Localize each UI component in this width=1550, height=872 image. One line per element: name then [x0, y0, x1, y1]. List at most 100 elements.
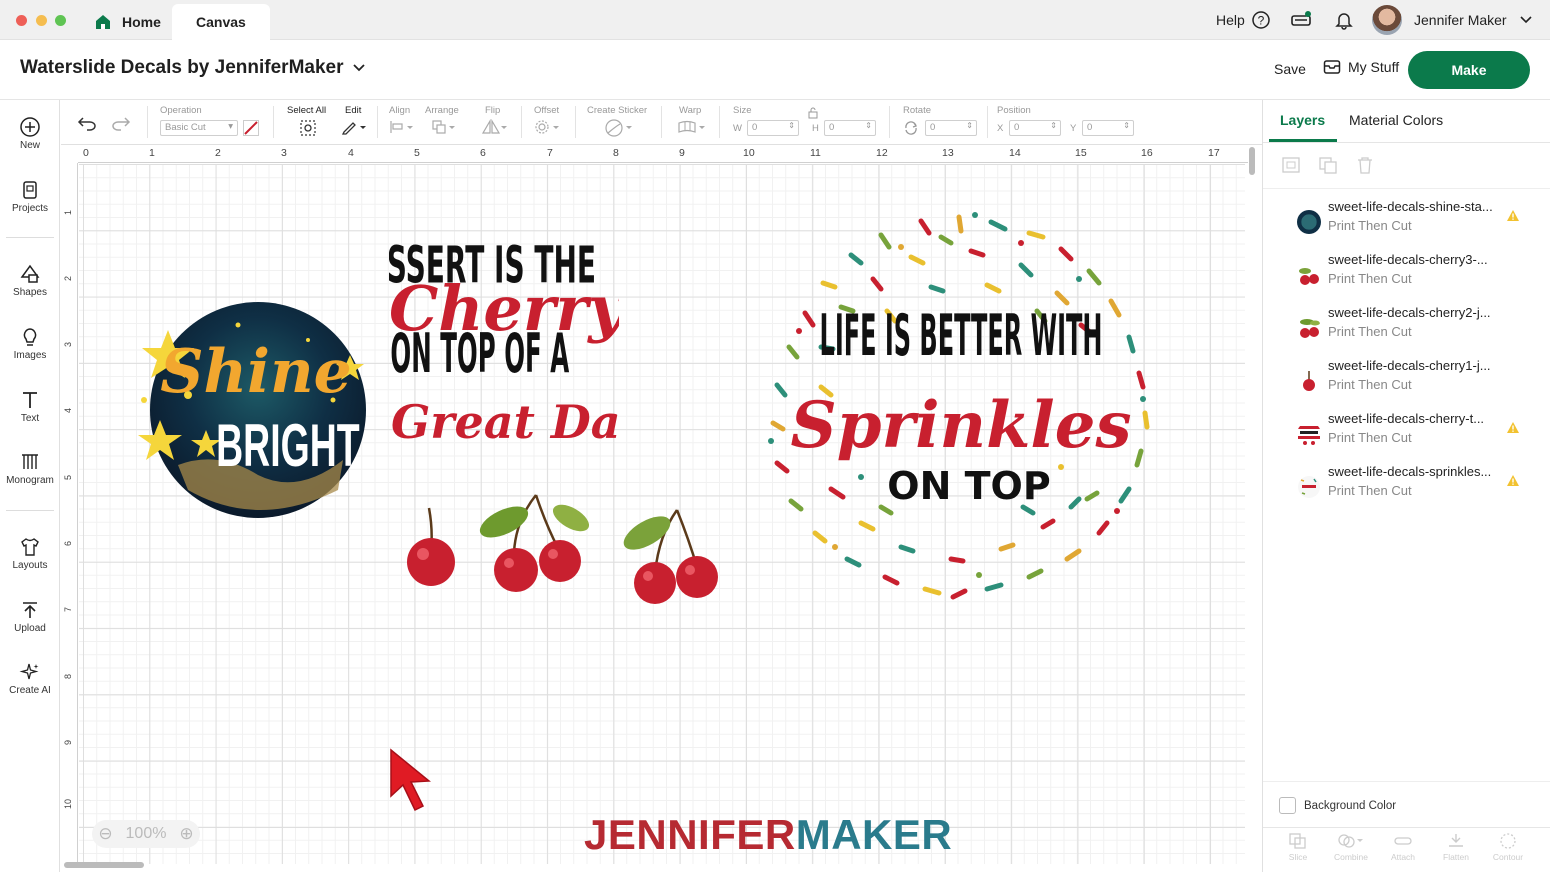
my-stuff-button[interactable]: My Stuff: [1323, 59, 1399, 75]
ruler-left-label: 10: [63, 798, 73, 809]
width-input[interactable]: 0 ⇕: [747, 120, 799, 136]
rotate-input[interactable]: 0 ⇕: [925, 120, 977, 136]
rail-upload[interactable]: Upload: [0, 599, 60, 634]
layer-row[interactable]: sweet-life-decals-cherry3-... Print Then…: [1291, 251, 1531, 301]
undo-icon[interactable]: [77, 115, 97, 131]
cherry3-decal[interactable]: [476, 490, 596, 595]
zoom-in-icon[interactable]: ⊕: [179, 824, 193, 844]
rail-monogram[interactable]: Monogram: [0, 451, 60, 486]
combine-button[interactable]: Combine: [1331, 832, 1371, 862]
user-name: Jennifer Maker: [1414, 12, 1507, 28]
rail-projects[interactable]: Projects: [0, 179, 60, 214]
sticker-icon[interactable]: [603, 119, 635, 137]
redo-icon[interactable]: [111, 115, 131, 131]
offset-icon[interactable]: [534, 119, 562, 135]
window-maximize-button[interactable]: [55, 15, 66, 26]
trash-icon[interactable]: [1355, 156, 1375, 174]
zoom-out-icon[interactable]: ⊖: [98, 824, 112, 844]
operation-select[interactable]: Basic Cut ▾: [160, 120, 238, 136]
layer-operation: Print Then Cut: [1328, 218, 1412, 233]
height-input[interactable]: 0 ⇕: [824, 120, 876, 136]
group-icon[interactable]: [1281, 156, 1301, 174]
attach-button[interactable]: Attach: [1383, 832, 1423, 862]
tab-home-label: Home: [122, 14, 161, 30]
warning-icon[interactable]: [1506, 474, 1520, 487]
flip-icon[interactable]: [481, 119, 509, 135]
edit-pen-icon[interactable]: [341, 119, 367, 135]
rail-create-ai-label: Create AI: [9, 685, 51, 696]
design-canvas[interactable]: 0 1 2 3 4 5 6 7 8 9 10 11 12 13 14 15 16…: [61, 145, 1262, 872]
select-all-icon[interactable]: [299, 119, 317, 137]
make-button[interactable]: Make: [1408, 51, 1530, 89]
sprinkles-decal[interactable]: LIFE IS BETTER WITH Sprinkles ON TOP: [761, 207, 1161, 607]
warning-icon[interactable]: [1506, 421, 1520, 434]
machine-icon[interactable]: [1290, 0, 1312, 40]
align-icon[interactable]: [389, 119, 415, 135]
layer-thumbnail: [1298, 426, 1320, 445]
window-close-button[interactable]: [16, 15, 27, 26]
shine-bright-decal[interactable]: Shine BRIGHT: [128, 300, 368, 520]
layer-row[interactable]: sweet-life-decals-cherry2-j... Print The…: [1291, 304, 1531, 354]
height-value: 0: [829, 122, 835, 133]
save-button[interactable]: Save: [1274, 61, 1306, 77]
warp-label: Warp: [679, 105, 702, 116]
rail-shapes[interactable]: Shapes: [0, 263, 60, 298]
cherry2-decal[interactable]: [619, 505, 724, 605]
layer-row[interactable]: sweet-life-decals-cherry-t... Print Then…: [1291, 410, 1531, 460]
bell-icon[interactable]: [1334, 0, 1354, 40]
attach-icon: [1394, 837, 1412, 845]
vertical-scrollbar[interactable]: [1249, 147, 1255, 175]
layer-operation: Print Then Cut: [1328, 377, 1412, 392]
rail-images[interactable]: Images: [0, 326, 60, 361]
x-input[interactable]: 0 ⇕: [1009, 120, 1061, 136]
lock-icon[interactable]: [807, 107, 819, 119]
operation-value: Basic Cut: [165, 122, 206, 133]
layer-row[interactable]: sweet-life-decals-shine-sta... Print The…: [1291, 198, 1531, 248]
contour-button[interactable]: Contour: [1488, 832, 1528, 862]
left-rail: New Projects Shapes Images Text Monogram…: [0, 100, 60, 872]
rail-new[interactable]: New: [0, 116, 60, 151]
on-top-line: ON TOP: [887, 464, 1050, 508]
ruler-top-label: 4: [348, 147, 354, 159]
warning-icon[interactable]: [1506, 209, 1520, 222]
layer-row[interactable]: sweet-life-decals-sprinkles... Print The…: [1291, 463, 1531, 513]
cherry1-decal[interactable]: [401, 500, 461, 590]
user-menu[interactable]: Jennifer Maker: [1372, 0, 1533, 40]
flatten-button[interactable]: Flatten: [1436, 832, 1476, 862]
panel-divider: [1263, 781, 1550, 782]
y-input[interactable]: 0 ⇕: [1082, 120, 1134, 136]
slice-button[interactable]: Slice: [1278, 832, 1318, 862]
toolbar-divider: [377, 106, 378, 138]
project-title: Waterslide Decals by JenniferMaker: [20, 57, 344, 78]
rail-layouts[interactable]: Layouts: [0, 536, 60, 571]
layer-row[interactable]: sweet-life-decals-cherry1-j... Print The…: [1291, 357, 1531, 407]
background-color-toggle[interactable]: Background Color: [1279, 797, 1396, 814]
background-color-checkbox[interactable]: [1279, 797, 1296, 814]
tab-material-colors[interactable]: Material Colors: [1349, 112, 1443, 128]
width-value: 0: [752, 122, 758, 133]
panel-divider: [1263, 142, 1550, 143]
attach-label: Attach: [1390, 852, 1416, 862]
rotate-icon: [905, 121, 917, 135]
pen-color-icon[interactable]: [243, 120, 259, 136]
tab-layers[interactable]: Layers: [1280, 112, 1325, 128]
duplicate-icon[interactable]: [1318, 156, 1338, 174]
layer-thumbnail: [1303, 371, 1315, 391]
position-label: Position: [997, 105, 1031, 116]
tab-canvas[interactable]: Canvas: [172, 4, 270, 40]
horizontal-scrollbar[interactable]: [64, 862, 144, 868]
window-minimize-button[interactable]: [36, 15, 47, 26]
rail-text[interactable]: Text: [0, 389, 60, 424]
tab-home[interactable]: Home: [94, 4, 161, 40]
x-label: X: [997, 123, 1004, 134]
cherry-quote-decal[interactable]: DESSERT IS THE Cherry ON TOP OF A Great …: [389, 225, 619, 470]
warp-icon[interactable]: [677, 119, 707, 135]
rail-layouts-label: Layouts: [12, 560, 48, 571]
arrange-icon[interactable]: [431, 119, 457, 135]
help-button[interactable]: Help ?: [1216, 0, 1271, 40]
rail-create-ai[interactable]: Create AI: [0, 661, 60, 696]
layer-thumbnail: [1300, 319, 1320, 338]
project-title-dropdown[interactable]: Waterslide Decals by JenniferMaker: [20, 57, 366, 79]
contour-label: Contour: [1492, 852, 1524, 862]
mouse-cursor-icon: [390, 748, 431, 812]
